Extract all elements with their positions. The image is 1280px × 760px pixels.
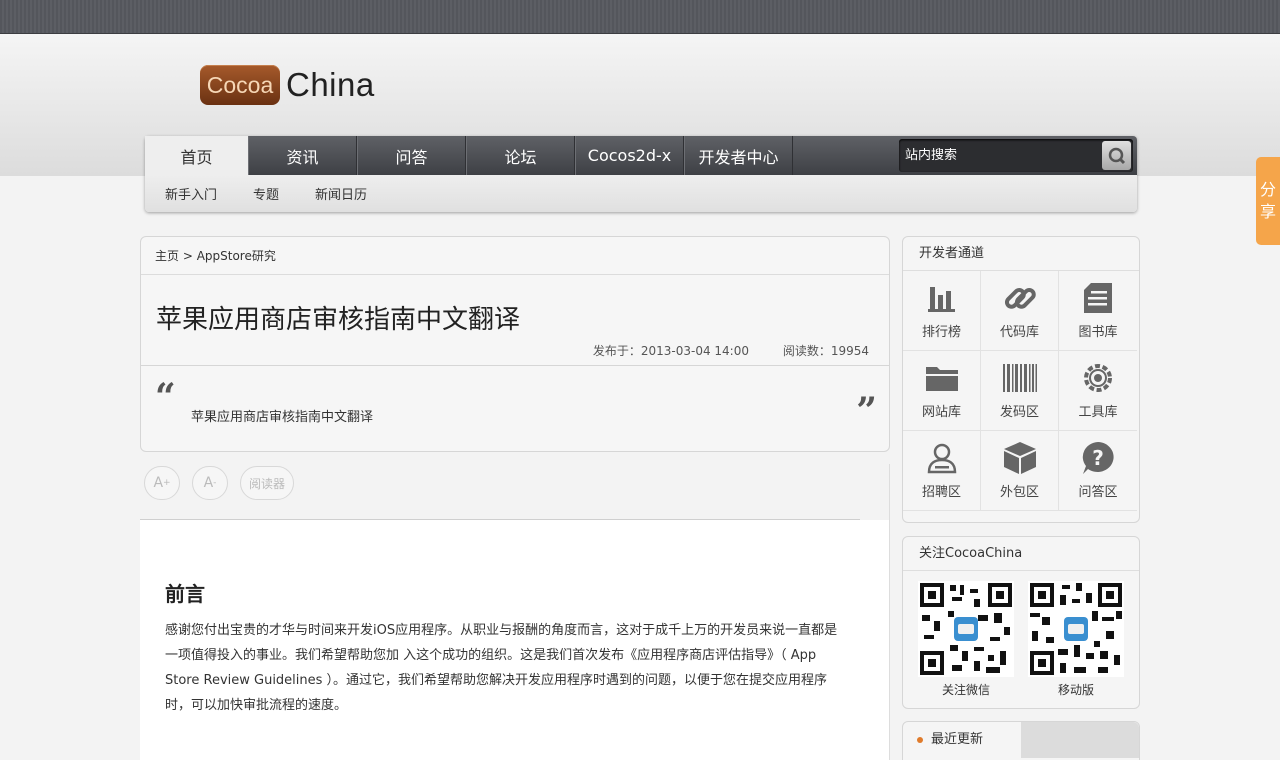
recent-updates-tab[interactable]: 最近更新 (903, 722, 1021, 758)
wechat-qr[interactable]: 关注微信 (918, 581, 1014, 698)
user-icon (924, 441, 960, 475)
nav-sub-bar: 新手入门 专题 新闻日历 (145, 175, 1137, 212)
article-paragraph: 感谢您付出宝贵的才华与时间来开发iOS应用程序。从职业与报酬的角度而言，这对于成… (165, 623, 838, 713)
document-icon (1080, 281, 1116, 315)
article-title: 苹果应用商店审核指南中文翻译 (156, 305, 521, 335)
gear-icon (1080, 361, 1116, 395)
mobile-qr-label: 移动版 (1057, 683, 1094, 697)
folder-icon (924, 361, 960, 395)
breadcrumb-section[interactable]: AppStore研究 (197, 249, 276, 263)
nav-item-dev-center[interactable]: 开发者中心 (684, 136, 793, 175)
main-navigation: 首页 资讯 问答 论坛 Cocos2d-x 开发者中心 新手入门 专题 新闻日历 (145, 136, 1137, 212)
wechat-qr-label: 关注微信 (941, 683, 990, 697)
search-icon (1108, 147, 1125, 164)
recent-other-tab[interactable] (1021, 722, 1139, 758)
nav-item-news[interactable]: 资讯 (248, 136, 357, 175)
dev-item-label: 代码库 (999, 325, 1039, 340)
summary-text: 苹果应用商店审核指南中文翻译 (191, 410, 374, 425)
nav-item-qa[interactable]: 问答 (357, 136, 466, 175)
link-icon (1002, 281, 1038, 315)
dev-item-label: 外包区 (999, 485, 1039, 500)
section-heading: 前言 (165, 582, 205, 606)
font-decrease-sup: - (213, 478, 217, 488)
font-decrease-label: A (203, 475, 214, 491)
mobile-qr[interactable]: 移动版 (1028, 581, 1124, 698)
reading-tools: A + A- 阅读器 (140, 464, 890, 520)
developer-channel-grid: 排行榜 代码库 图书库 网站库 发码区 工具库 招聘区 外包区 ? 问答区 (903, 271, 1139, 511)
dev-item-book-library[interactable]: 图书库 (1059, 271, 1137, 351)
view-count: 阅读数：19954 (782, 344, 869, 358)
article-meta: 发布于：2013-03-04 14:00 阅读数：19954 (563, 342, 869, 359)
follow-panel: 关注CocoaChina 关注微信 移动版 (902, 536, 1140, 709)
dev-item-code-release[interactable]: 发码区 (981, 351, 1059, 431)
font-increase-button[interactable]: A + (144, 466, 180, 500)
breadcrumb-separator: > (179, 249, 197, 263)
logo-text: China (286, 66, 375, 103)
breadcrumb-home[interactable]: 主页 (155, 249, 179, 263)
dev-item-code-library[interactable]: 代码库 (981, 271, 1059, 351)
breadcrumb: 主页 > AppStore研究 (141, 237, 889, 275)
developer-channel-panel: 开发者通道 排行榜 代码库 图书库 网站库 发码区 工具库 招聘区 外包区 ? … (902, 236, 1140, 523)
sub-nav-beginner[interactable]: 新手入门 (165, 184, 217, 203)
dev-item-outsourcing[interactable]: 外包区 (981, 431, 1059, 511)
reader-mode-button[interactable]: 阅读器 (240, 466, 294, 500)
question-icon: ? (1080, 441, 1116, 475)
dev-item-rankings[interactable]: 排行榜 (903, 271, 981, 351)
dev-item-label: 招聘区 (921, 485, 961, 500)
article-summary: “ 苹果应用商店审核指南中文翻译 ” (141, 365, 889, 451)
top-bar (0, 0, 1280, 34)
search-input[interactable] (899, 148, 1094, 163)
barcode-icon (1002, 361, 1038, 395)
sub-nav-news-calendar[interactable]: 新闻日历 (315, 184, 367, 203)
nav-item-forum[interactable]: 论坛 (466, 136, 575, 175)
article-body: 前言 感谢您付出宝贵的才华与时间来开发iOS应用程序。从职业与报酬的角度而言，这… (140, 520, 890, 760)
dev-item-label: 网站库 (921, 405, 961, 420)
share-label-2: 享 (1259, 202, 1276, 221)
publish-date: 发布于：2013-03-04 14:00 (592, 344, 749, 358)
nav-item-home[interactable]: 首页 (145, 136, 248, 175)
nav-item-cocos2dx[interactable]: Cocos2d-x (575, 136, 684, 175)
recent-updates-panel: 最近更新 (902, 721, 1140, 760)
dev-item-qa[interactable]: ? 问答区 (1059, 431, 1137, 511)
box-icon (1002, 441, 1038, 475)
dev-item-label: 图书库 (1078, 325, 1118, 340)
logo-badge: Cocoa (200, 65, 280, 105)
font-increase-sup: + (163, 478, 171, 488)
dev-item-label: 问答区 (1078, 485, 1118, 500)
article-header: 主页 > AppStore研究 苹果应用商店审核指南中文翻译 发布于：2013-… (140, 236, 890, 452)
share-label-1: 分 (1259, 180, 1276, 199)
dev-item-jobs[interactable]: 招聘区 (903, 431, 981, 511)
nav-main-bar: 首页 资讯 问答 论坛 Cocos2d-x 开发者中心 (145, 136, 1137, 175)
dev-item-label: 发码区 (999, 405, 1039, 420)
svg-text:?: ? (1092, 446, 1104, 470)
dev-item-site-library[interactable]: 网站库 (903, 351, 981, 431)
mobile-qr-code-icon (1028, 581, 1124, 677)
quote-open-icon: “ (155, 376, 176, 418)
search-button[interactable] (1102, 141, 1131, 170)
sub-nav-topics[interactable]: 专题 (253, 184, 279, 203)
qr-codes: 关注微信 移动版 (903, 571, 1139, 698)
font-increase-label: A (153, 475, 164, 491)
dev-item-label: 排行榜 (921, 325, 961, 340)
quote-close-icon: ” (856, 390, 877, 432)
dev-item-tools[interactable]: 工具库 (1059, 351, 1137, 431)
site-search (899, 139, 1133, 172)
font-decrease-button[interactable]: A- (192, 466, 228, 500)
wechat-qr-code-icon (918, 581, 1014, 677)
share-button[interactable]: 分 享 (1256, 157, 1280, 245)
article-main: 主页 > AppStore研究 苹果应用商店审核指南中文翻译 发布于：2013-… (140, 236, 890, 760)
follow-title: 关注CocoaChina (903, 537, 1139, 571)
dev-item-label: 工具库 (1078, 405, 1118, 420)
developer-channel-title: 开发者通道 (903, 237, 1139, 271)
site-logo[interactable]: Cocoa China (200, 62, 375, 108)
bar-chart-icon (924, 281, 960, 315)
